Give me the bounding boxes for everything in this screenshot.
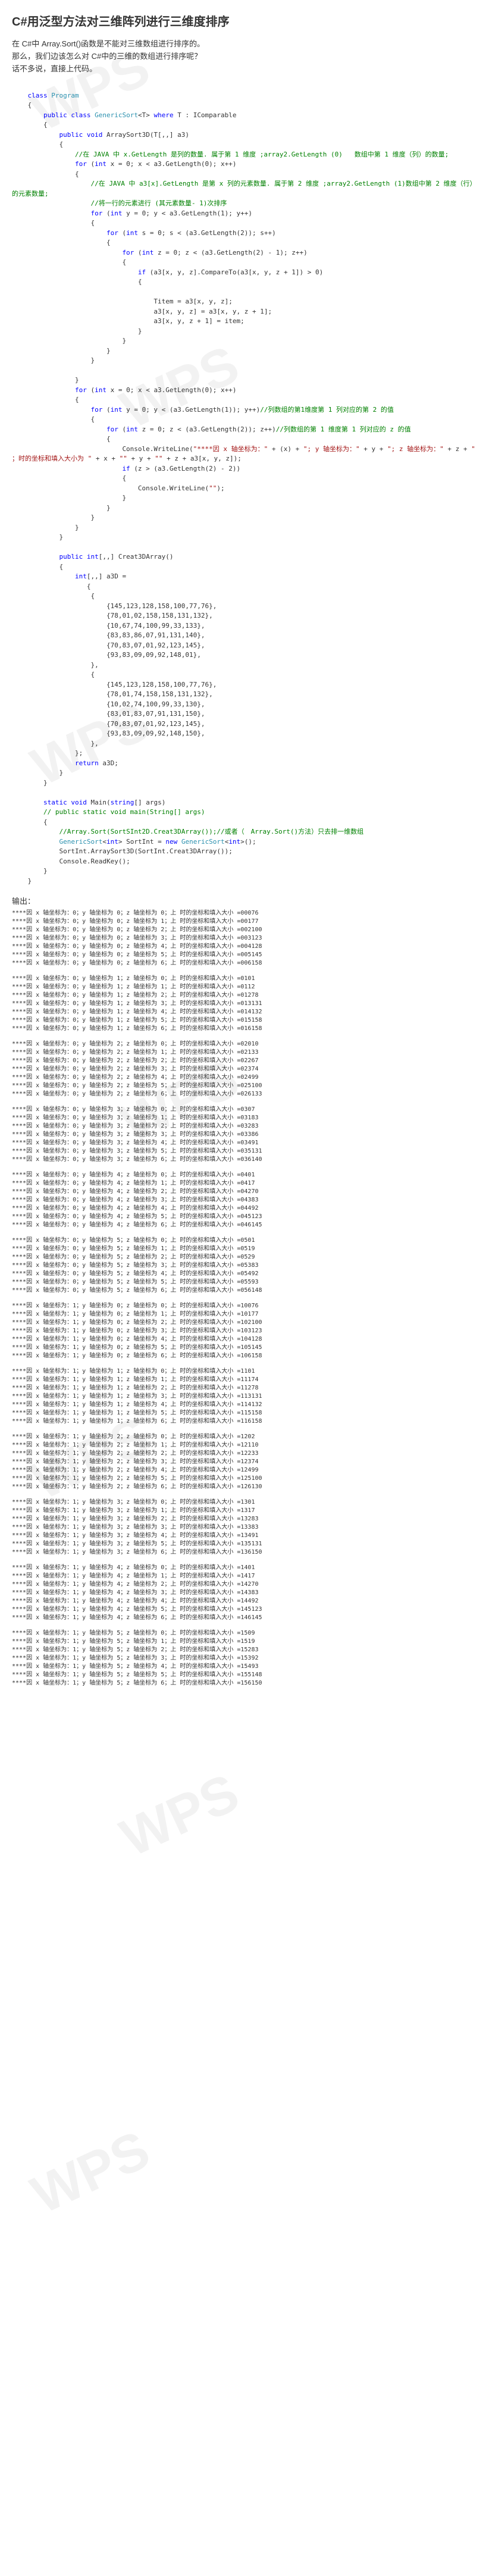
code-block: class Program { public class GenericSort… xyxy=(12,81,477,886)
page-title: C#用泛型方法对三维阵列进行三维度排序 xyxy=(12,12,477,29)
intro-text: 在 C#中 Array.Sort()函数是不能对三维数组进行排序的。 那么，我们… xyxy=(12,38,477,75)
output-block: ****因 x 轴坐标为：0；y 轴坐标为 0；z 轴坐标为 0；上 时的坐标和… xyxy=(12,909,477,1688)
output-label: 输出： xyxy=(12,895,477,906)
